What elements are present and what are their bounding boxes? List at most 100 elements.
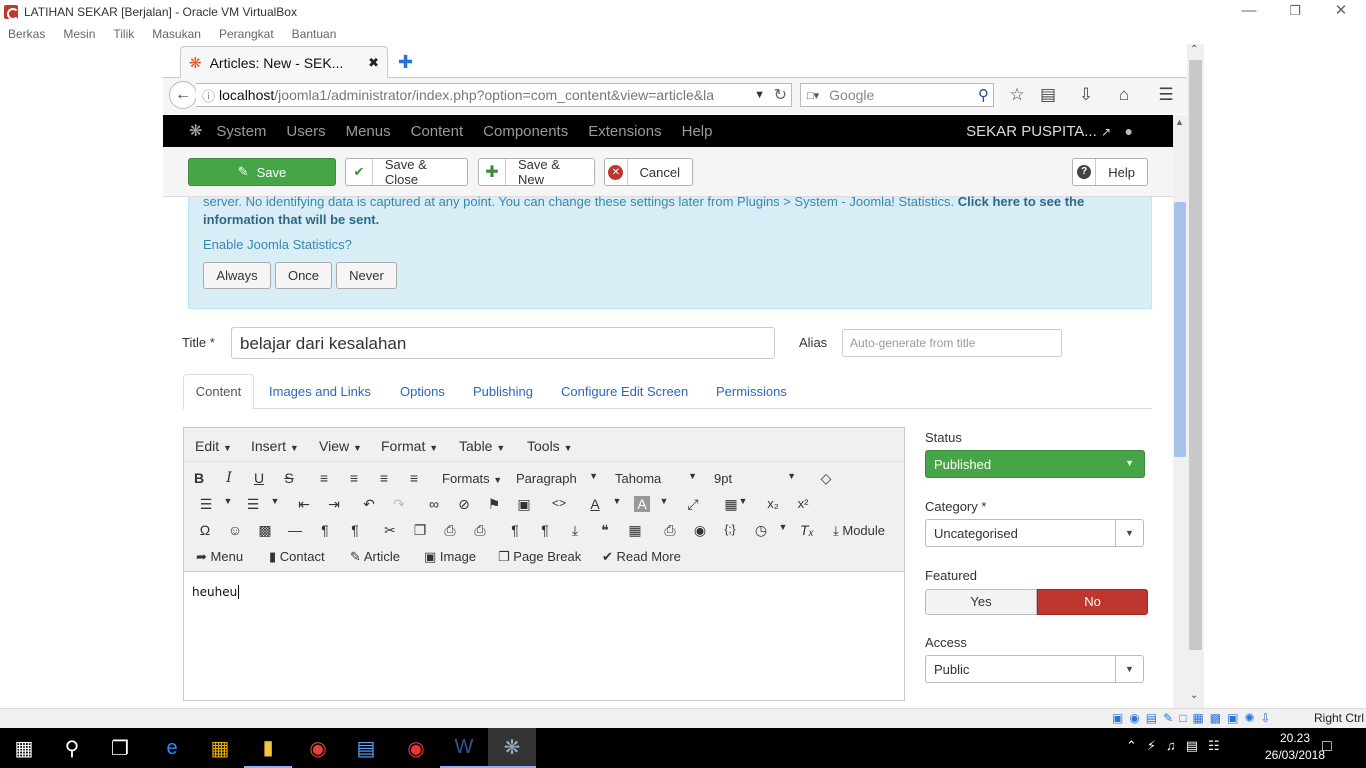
tab-close-icon[interactable]: ✖ — [368, 55, 379, 71]
rtl-icon[interactable]: ¶ — [344, 522, 366, 538]
background-color-icon[interactable]: A — [634, 496, 650, 512]
app-icon[interactable]: ▤ — [342, 728, 390, 768]
insert-datetime-icon[interactable]: ◷ — [750, 522, 772, 539]
align-left-icon[interactable]: ≡ — [313, 470, 335, 486]
align-center-icon[interactable]: ≡ — [343, 470, 365, 486]
editor-menu-insert[interactable]: Insert ▼ — [251, 438, 299, 454]
tab-configure-edit-screen[interactable]: Configure Edit Screen — [561, 384, 688, 399]
insert-contact-button[interactable]: ▮ Contact — [269, 549, 325, 565]
bookmark-star-icon[interactable]: ☆ — [1006, 84, 1028, 106]
preview-icon[interactable]: ◉ — [689, 522, 711, 539]
home-icon[interactable]: ⌂ — [1113, 84, 1135, 106]
once-button[interactable]: Once — [275, 262, 332, 289]
task-view-icon[interactable]: ❐ — [96, 728, 144, 768]
record-icon[interactable]: ◉ — [392, 728, 440, 768]
font-size-dropdown[interactable]: 9pt ▼ — [714, 471, 796, 486]
tab-permissions[interactable]: Permissions — [716, 384, 787, 399]
font-family-dropdown[interactable]: Tahoma ▼ — [615, 471, 697, 486]
virtualbox-taskbar-icon[interactable]: ❋ — [488, 728, 536, 768]
page-break-button[interactable]: ❐ Page Break — [498, 549, 581, 565]
reload-icon[interactable]: ↻ — [774, 85, 787, 105]
nav-content[interactable]: Content — [411, 123, 464, 140]
underline-icon[interactable]: U — [248, 470, 270, 486]
vbox-device-icons[interactable]: ▣◉▤✎□▦▩▣✺⇩ — [1112, 711, 1277, 725]
vbox-menu-perangkat[interactable]: Perangkat — [219, 27, 274, 41]
file-explorer-icon[interactable]: ▮ — [244, 728, 292, 768]
help-button[interactable]: ? Help — [1072, 158, 1148, 186]
bold-icon[interactable]: B — [188, 470, 210, 486]
hamburger-menu-icon[interactable]: ☰ — [1155, 84, 1177, 106]
search-icon[interactable]: ⚲ — [978, 86, 989, 104]
search-icon[interactable]: ⚲ — [48, 728, 96, 768]
bullet-list-dropdown-icon[interactable]: ▼ — [217, 496, 239, 506]
align-justify-icon[interactable]: ≡ — [403, 470, 425, 486]
editor-menu-table[interactable]: Table ▼ — [459, 438, 505, 454]
store-icon[interactable]: ▦ — [196, 728, 244, 768]
blockquote-icon[interactable]: ❝ — [594, 522, 616, 539]
image-icon[interactable]: ▣ — [513, 496, 535, 513]
numbered-list-dropdown-icon[interactable]: ▼ — [264, 496, 286, 506]
horizontal-rule-icon[interactable]: — — [284, 522, 306, 538]
undo-icon[interactable]: ↶ — [358, 496, 380, 513]
find-replace-icon[interactable]: ◇ — [815, 470, 837, 487]
restore-icon[interactable]: ❐ — [1272, 0, 1318, 24]
superscript-icon[interactable]: x² — [792, 496, 814, 511]
windows-start-icon[interactable]: ▦ — [0, 728, 48, 768]
system-tray-icons[interactable]: ⌃⚡♫▤☷ — [1126, 738, 1230, 754]
indent-icon[interactable]: ⇥ — [323, 496, 345, 513]
user-icon[interactable]: ● — [1125, 123, 1133, 139]
back-button[interactable]: ← — [169, 81, 197, 109]
notification-icon[interactable]: □ — [1322, 738, 1332, 756]
url-bar[interactable]: ⓘ localhost /joomla1/administrator/index… — [196, 83, 792, 107]
visual-chars-icon[interactable]: ¶ — [534, 522, 556, 538]
read-more-button[interactable]: ✔ Read More — [602, 549, 681, 565]
redo-icon[interactable]: ↷ — [388, 496, 410, 513]
save-button[interactable]: ✎ Save — [188, 158, 336, 186]
clear-formatting-icon[interactable]: Tₓ — [796, 522, 818, 538]
category-select[interactable]: Uncategorised ▼ — [925, 519, 1144, 547]
print-icon[interactable]: ⎙ — [659, 522, 681, 539]
strikethrough-icon[interactable]: S — [278, 470, 300, 486]
subscript-icon[interactable]: x₂ — [762, 496, 784, 511]
numbered-list-icon[interactable]: ☰ — [242, 496, 264, 513]
tab-options[interactable]: Options — [400, 384, 445, 399]
taskbar-clock[interactable]: 20.23 26/03/2018 — [1262, 730, 1328, 764]
search-engine-icon[interactable]: □▾ — [807, 89, 819, 102]
vbox-scrollbar-thumb[interactable] — [1189, 60, 1202, 650]
copy-icon[interactable]: ❐ — [409, 522, 431, 539]
vbox-menu-tilik[interactable]: Tilik — [113, 27, 134, 41]
alias-input[interactable]: Auto-generate from title — [842, 329, 1062, 357]
code-sample-icon[interactable]: {;} — [719, 522, 741, 536]
featured-no-button[interactable]: No — [1037, 589, 1148, 615]
info-icon[interactable]: ⓘ — [202, 86, 215, 105]
scroll-up-icon[interactable]: ▲ — [1175, 117, 1184, 127]
show-blocks-icon[interactable]: ¶ — [504, 522, 526, 538]
insert-article-button[interactable]: ✎ Article — [350, 549, 400, 565]
nav-system[interactable]: System — [216, 123, 266, 140]
vbox-menu-masukan[interactable]: Masukan — [152, 27, 201, 41]
tab-content[interactable]: Content — [183, 374, 254, 410]
title-input[interactable]: belajar dari kesalahan — [231, 327, 775, 359]
word-icon[interactable]: W — [440, 728, 488, 768]
ltr-icon[interactable]: ¶ — [314, 522, 336, 538]
browser-tab[interactable]: ❋ Articles: New - SEK... ✖ — [180, 46, 388, 78]
save-close-button[interactable]: ✔ Save & Close — [345, 157, 468, 187]
editor-menu-format[interactable]: Format ▼ — [381, 438, 438, 454]
joomla-logo-icon[interactable]: ❋ — [189, 121, 202, 141]
nav-extensions[interactable]: Extensions — [588, 123, 661, 140]
insert-image-button[interactable]: ▣ Image — [424, 549, 476, 565]
search-input[interactable]: Google — [829, 87, 874, 103]
close-icon[interactable]: ✕ — [1318, 0, 1364, 24]
insert-template-icon[interactable]: ⤓ — [564, 522, 586, 539]
always-button[interactable]: Always — [203, 262, 271, 289]
featured-yes-button[interactable]: Yes — [925, 589, 1037, 615]
paste-icon[interactable]: ⎙ — [439, 522, 461, 539]
fullscreen-icon[interactable]: ⤢ — [682, 496, 704, 513]
special-character-icon[interactable]: Ω — [194, 522, 216, 538]
italic-icon[interactable]: I — [218, 470, 240, 486]
insert-datetime-dropdown-icon[interactable]: ▼ — [772, 522, 794, 532]
vbox-scroll-down-icon[interactable]: ⌄ — [1190, 690, 1198, 701]
text-color-icon[interactable]: A — [584, 496, 606, 512]
page-scrollbar-thumb[interactable] — [1174, 202, 1186, 457]
code-icon[interactable]: <> — [548, 496, 570, 510]
